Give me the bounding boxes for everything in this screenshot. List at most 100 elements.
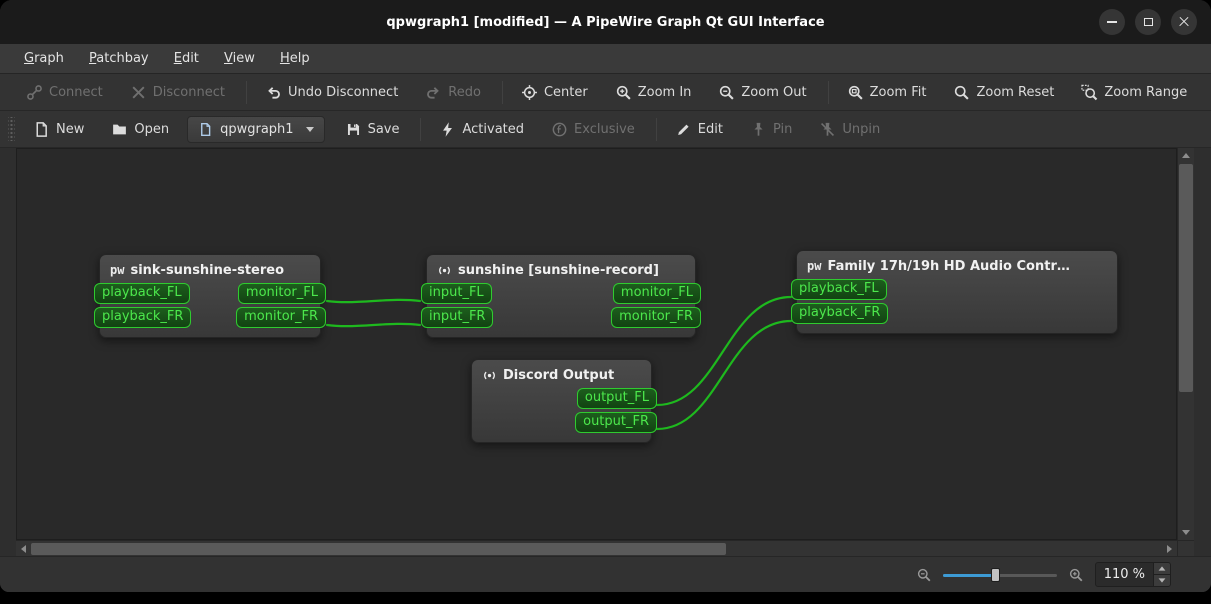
port-output[interactable]: monitor_FR	[611, 307, 701, 328]
node-header: Discord Output	[472, 360, 651, 383]
canvas-right-margin	[1194, 540, 1211, 556]
disconnect-icon	[132, 86, 145, 98]
new-file-icon	[36, 121, 47, 137]
connect-button[interactable]: Connect	[17, 77, 112, 107]
zoom-reset-icon	[955, 85, 970, 100]
activated-button[interactable]: Activated	[430, 114, 533, 144]
port-output[interactable]: output_FR	[575, 412, 657, 433]
canvas-right-margin	[1194, 148, 1211, 540]
menu-help[interactable]: Help	[270, 44, 320, 73]
port-input[interactable]: input_FR	[421, 307, 494, 328]
save-button[interactable]: Save	[336, 114, 409, 144]
redo-button[interactable]: Redo	[416, 77, 490, 107]
undo-button[interactable]: Undo Disconnect	[256, 77, 407, 107]
port-output[interactable]: monitor_FL	[612, 283, 701, 304]
node-sunshine-record[interactable]: sunshine [sunshine-record] input_FL inpu…	[421, 254, 701, 338]
graph-canvas[interactable]: pw sink-sunshine-stereo playback_FL play…	[16, 148, 1177, 540]
zoom-slider[interactable]	[942, 566, 1057, 584]
menu-patchbay[interactable]: Patchbay	[79, 44, 159, 73]
port-input[interactable]: playback_FR	[94, 307, 192, 328]
vertical-scrollbar-handle[interactable]	[1179, 164, 1193, 392]
center-icon	[522, 84, 537, 100]
port-input[interactable]: playback_FL	[94, 283, 190, 304]
patchbay-profile-combo[interactable]: qpwgraph1	[187, 115, 325, 143]
exclusive-button[interactable]: Exclusive	[542, 114, 644, 144]
connect-label: Connect	[49, 84, 103, 100]
open-label: Open	[134, 121, 170, 137]
spin-down-button[interactable]	[1154, 575, 1170, 586]
port-output[interactable]: output_FL	[576, 388, 657, 409]
port-input[interactable]: playback_FR	[791, 303, 889, 324]
zoom-in-small-icon[interactable]	[1068, 567, 1084, 583]
zoom-reset-label: Zoom Reset	[976, 84, 1055, 100]
spin-up-button[interactable]	[1154, 563, 1170, 575]
port-output[interactable]: monitor_FL	[237, 283, 326, 304]
minimize-button[interactable]	[1099, 9, 1125, 35]
new-label: New	[56, 121, 85, 137]
menu-view[interactable]: View	[214, 44, 265, 73]
menu-graph[interactable]: Graph	[14, 44, 74, 73]
toolbar-patchbay: New Open qpwgraph1 Save Activated Exclus…	[0, 111, 1211, 148]
canvas-left-margin	[0, 540, 16, 556]
save-icon	[347, 123, 359, 135]
close-button[interactable]	[1171, 9, 1197, 35]
zoom-in-label: Zoom In	[637, 84, 692, 100]
menu-edit[interactable]: Edit	[164, 44, 209, 73]
unpin-label: Unpin	[842, 121, 881, 137]
zoom-value: 110 %	[1103, 567, 1145, 582]
toolbar-graph: Connect Disconnect Undo Disconnect Redo	[0, 74, 1211, 111]
zoom-in-button[interactable]: Zoom In	[606, 77, 701, 107]
zoom-slider-handle[interactable]	[990, 567, 1000, 582]
node-family-hd-audio[interactable]: pw Family 17h/19h HD Audio Contr… playba…	[791, 250, 1118, 334]
toolbar-drag-handle[interactable]	[8, 117, 15, 141]
activated-lightning-icon	[443, 121, 453, 137]
center-button[interactable]: Center	[512, 77, 597, 107]
wires-layer	[325, 295, 793, 431]
zoom-out-button[interactable]: Zoom Out	[709, 77, 815, 107]
open-button[interactable]: Open	[102, 114, 178, 144]
scroll-down-arrow[interactable]	[1178, 525, 1194, 540]
port-output[interactable]: monitor_FR	[236, 307, 326, 328]
zoom-slider-track[interactable]	[942, 573, 1057, 577]
connect-icon	[27, 84, 42, 100]
horizontal-scrollbar-handle[interactable]	[31, 543, 726, 555]
zoom-spinbox[interactable]: 110 %	[1094, 562, 1171, 587]
vertical-scrollbar[interactable]	[1177, 148, 1194, 540]
statusbar: 110 %	[0, 556, 1211, 592]
node-title: Discord Output	[503, 367, 615, 383]
open-folder-icon	[113, 124, 127, 134]
port-input[interactable]: playback_FL	[791, 279, 887, 300]
toolbar-separator	[245, 80, 247, 104]
zoom-range-label: Zoom Range	[1104, 84, 1188, 100]
port-input[interactable]: input_FL	[421, 283, 492, 304]
scroll-up-arrow[interactable]	[1178, 148, 1194, 163]
disconnect-label: Disconnect	[152, 84, 225, 100]
exclusive-icon	[552, 122, 567, 136]
scroll-right-arrow[interactable]	[1162, 541, 1177, 556]
disconnect-button[interactable]: Disconnect	[121, 77, 234, 107]
horizontal-scrollbar[interactable]	[16, 540, 1177, 556]
unpin-button[interactable]: Unpin	[810, 114, 889, 144]
connection-wire[interactable]	[325, 298, 422, 304]
titlebar[interactable]: qpwgraph1 [modified] — A PipeWire Graph …	[0, 0, 1211, 44]
zoom-fit-label: Zoom Fit	[869, 84, 927, 100]
edit-button[interactable]: Edit	[666, 114, 732, 144]
node-discord-output[interactable]: Discord Output output_FL output_FR	[471, 359, 657, 443]
zoom-out-small-icon[interactable]	[916, 567, 932, 583]
zoom-reset-button[interactable]: Zoom Reset	[944, 77, 1063, 107]
maximize-button[interactable]	[1135, 9, 1161, 35]
spin-buttons	[1153, 563, 1170, 586]
node-header: pw sink-sunshine-stereo	[100, 255, 320, 278]
window-controls	[1099, 9, 1197, 35]
zoom-out-icon	[720, 85, 735, 100]
node-title: Family 17h/19h HD Audio Contr…	[827, 258, 1070, 274]
node-sink-sunshine-stereo[interactable]: pw sink-sunshine-stereo playback_FL play…	[94, 254, 326, 338]
new-button[interactable]: New	[24, 114, 93, 144]
scroll-left-arrow[interactable]	[16, 541, 31, 556]
zoom-range-button[interactable]: Zoom Range	[1072, 77, 1196, 107]
canvas-left-margin	[0, 148, 16, 540]
main-area: pw sink-sunshine-stereo playback_FL play…	[0, 148, 1211, 540]
zoom-fit-button[interactable]: Zoom Fit	[838, 77, 936, 107]
connection-wire[interactable]	[325, 322, 422, 328]
pin-button[interactable]: Pin	[741, 114, 801, 144]
